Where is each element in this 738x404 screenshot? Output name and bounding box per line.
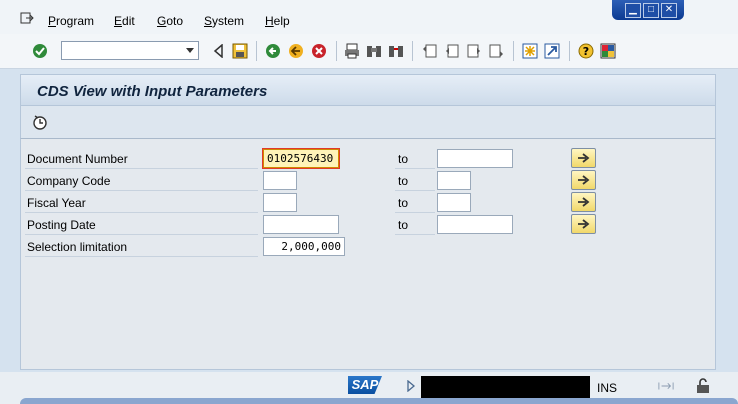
enter-icon[interactable] xyxy=(32,43,48,59)
title-bar: CDS View with Input Parameters xyxy=(20,74,716,106)
company-code-multiple-selection-button[interactable] xyxy=(571,170,596,190)
insert-mode-indicator: INS xyxy=(597,381,618,395)
divider xyxy=(25,168,258,169)
fiscal-year-label: Fiscal Year xyxy=(27,196,86,210)
multiple-selection-icon xyxy=(577,197,589,207)
application-toolbar xyxy=(20,106,716,138)
back-icon[interactable] xyxy=(265,43,281,59)
menu-icon[interactable] xyxy=(20,11,34,25)
divider xyxy=(25,190,258,191)
divider xyxy=(25,212,258,213)
company-code-label: Company Code xyxy=(27,174,111,188)
menu-goto[interactable]: Goto xyxy=(157,14,183,28)
help-icon[interactable]: ? xyxy=(578,43,594,59)
fiscal-year-to-label: to xyxy=(398,196,409,210)
next-page-icon[interactable] xyxy=(466,43,482,59)
chevron-down-icon[interactable] xyxy=(186,48,194,53)
status-separator-icon xyxy=(658,378,674,394)
document-number-high-input[interactable] xyxy=(437,149,513,168)
last-page-icon[interactable] xyxy=(488,43,504,59)
page-title: CDS View with Input Parameters xyxy=(37,83,268,100)
exit-icon[interactable] xyxy=(288,43,304,59)
multiple-selection-icon xyxy=(577,219,589,229)
find-next-icon[interactable] xyxy=(388,43,404,59)
document-number-label: Document Number xyxy=(27,152,128,166)
save-icon[interactable] xyxy=(232,43,248,59)
document-number-low-input[interactable]: 0102576430 xyxy=(262,148,340,169)
fiscal-year-low-input[interactable] xyxy=(263,193,297,212)
selection-limitation-input[interactable]: 2,000,000 xyxy=(263,237,345,256)
menu-help[interactable]: Help xyxy=(265,14,290,28)
play-icon[interactable] xyxy=(403,378,419,394)
maximize-icon[interactable]: □ xyxy=(643,3,659,18)
posting-date-high-input[interactable] xyxy=(437,215,513,234)
posting-date-to-label: to xyxy=(398,218,409,232)
document-number-to-label: to xyxy=(398,152,409,166)
redacted-system-info xyxy=(421,376,590,398)
menu-system[interactable]: System xyxy=(204,14,244,28)
print-icon[interactable] xyxy=(344,43,360,59)
posting-date-label: Posting Date xyxy=(27,218,96,232)
create-session-icon[interactable] xyxy=(522,43,538,59)
posting-date-multiple-selection-button[interactable] xyxy=(571,214,596,234)
shortcut-icon[interactable] xyxy=(544,43,560,59)
svg-text:?: ? xyxy=(583,45,589,58)
separator xyxy=(513,41,514,61)
first-page-icon[interactable] xyxy=(422,43,438,59)
separator xyxy=(412,41,413,61)
company-code-high-input[interactable] xyxy=(437,171,471,190)
posting-date-low-input[interactable] xyxy=(263,215,339,234)
customize-layout-icon[interactable] xyxy=(600,43,616,59)
selection-limitation-label: Selection limitation xyxy=(27,240,128,254)
fiscal-year-multiple-selection-button[interactable] xyxy=(571,192,596,212)
close-icon[interactable]: ✕ xyxy=(661,3,677,18)
divider xyxy=(395,168,435,169)
divider xyxy=(395,212,435,213)
fiscal-year-high-input[interactable] xyxy=(437,193,471,212)
separator xyxy=(569,41,570,61)
window-controls: ▁ □ ✕ xyxy=(612,0,684,20)
lock-icon[interactable] xyxy=(695,378,711,394)
divider xyxy=(25,256,258,257)
bottom-frame xyxy=(20,398,738,404)
find-icon[interactable] xyxy=(366,43,382,59)
back-nav-icon[interactable] xyxy=(210,43,226,59)
multiple-selection-icon xyxy=(577,153,589,163)
minimize-icon[interactable]: ▁ xyxy=(625,3,641,18)
divider xyxy=(395,234,435,235)
command-field[interactable] xyxy=(61,41,199,60)
company-code-low-input[interactable] xyxy=(263,171,297,190)
separator xyxy=(256,41,257,61)
document-number-multiple-selection-button[interactable] xyxy=(571,148,596,168)
menu-program[interactable]: Program xyxy=(48,14,94,28)
menu-bar: Program Edit Goto System Help ▁ □ ✕ xyxy=(0,0,738,34)
divider xyxy=(25,234,258,235)
separator xyxy=(336,41,337,61)
cancel-icon[interactable] xyxy=(311,43,327,59)
menu-edit[interactable]: Edit xyxy=(114,14,135,28)
divider xyxy=(395,190,435,191)
multiple-selection-icon xyxy=(577,175,589,185)
execute-icon[interactable] xyxy=(32,114,48,130)
previous-page-icon[interactable] xyxy=(444,43,460,59)
company-code-to-label: to xyxy=(398,174,409,188)
